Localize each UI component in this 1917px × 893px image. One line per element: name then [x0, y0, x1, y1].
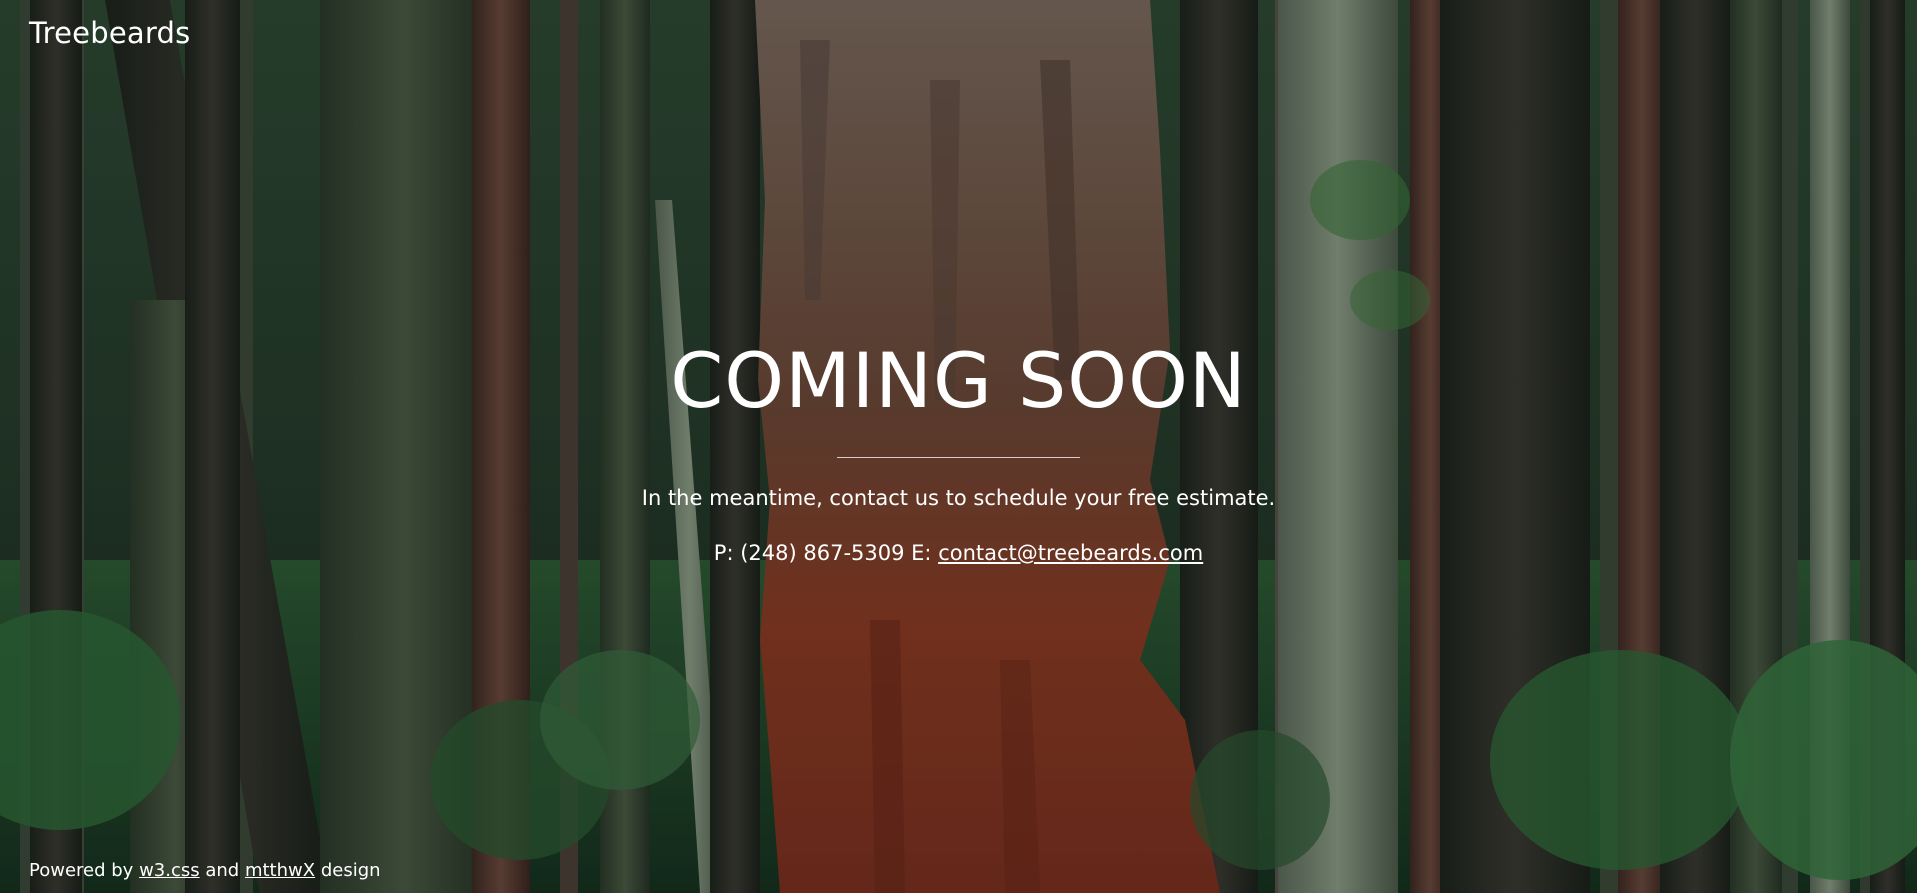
w3css-link[interactable]: w3.css — [139, 860, 200, 881]
phone-number: (248) 867-5309 — [740, 541, 905, 565]
headline-divider — [837, 457, 1080, 458]
email-link[interactable]: contact@treebeards.com — [938, 541, 1203, 565]
footer-connector: and — [205, 860, 240, 881]
phone-label: P: — [713, 541, 734, 565]
brand-logo-text[interactable]: Treebeards — [29, 16, 190, 50]
subline-text: In the meantime, contact us to schedule … — [641, 486, 1276, 510]
coming-soon-hero: Treebeards COMING SOON In the meantime, … — [0, 0, 1917, 893]
coming-soon-content: COMING SOON In the meantime, contact us … — [0, 335, 1917, 567]
email-label: E: — [911, 541, 932, 565]
footer-prefix: Powered by — [29, 860, 134, 881]
footer-credits: Powered by w3.css and mtthwX design — [29, 859, 381, 883]
mtthwx-link[interactable]: mtthwX — [245, 860, 315, 881]
footer-suffix: design — [320, 860, 381, 881]
contact-line: P: (248) 867-5309 E: contact@treebeards.… — [0, 539, 1917, 567]
page-headline: COMING SOON — [670, 336, 1247, 425]
